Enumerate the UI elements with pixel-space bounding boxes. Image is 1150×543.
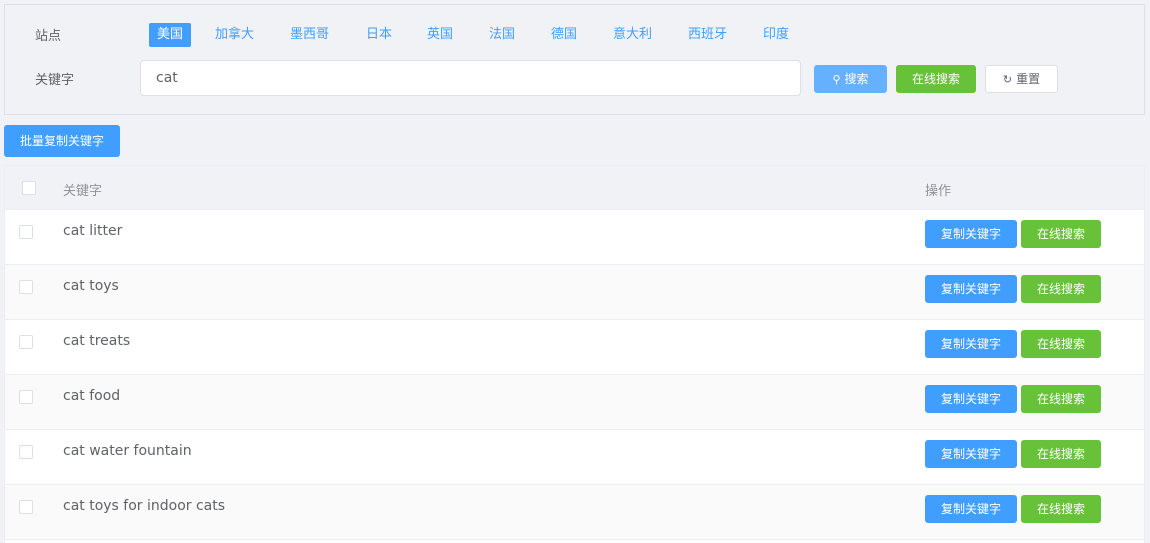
row-online-search-button[interactable]: 在线搜索 — [1021, 275, 1101, 303]
site-item-es[interactable]: 西班牙 — [688, 23, 727, 47]
row-keyword: cat litter — [63, 223, 123, 239]
search-icon: ⚲ — [832, 73, 841, 86]
row-keyword: cat toys for indoor cats — [63, 498, 226, 514]
row-checkbox[interactable] — [19, 335, 33, 349]
copy-keyword-button[interactable]: 复制关键字 — [925, 330, 1017, 358]
table-row: cat water fountain 复制关键字 在线搜索 — [5, 430, 1144, 485]
row-online-search-button[interactable]: 在线搜索 — [1021, 440, 1101, 468]
row-keyword: cat toys — [63, 278, 119, 294]
site-item-de[interactable]: 德国 — [551, 23, 577, 47]
table-row: cat litter 复制关键字 在线搜索 — [5, 210, 1144, 265]
header-action: 操作 — [925, 184, 952, 199]
search-button[interactable]: ⚲ 搜索 — [814, 65, 887, 93]
row-online-search-button[interactable]: 在线搜索 — [1021, 220, 1101, 248]
site-item-fr[interactable]: 法国 — [489, 23, 515, 47]
site-item-in[interactable]: 印度 — [763, 23, 789, 47]
site-item-uk[interactable]: 英国 — [427, 23, 453, 47]
online-search-button[interactable]: 在线搜索 — [896, 65, 976, 93]
online-search-button-label: 在线搜索 — [911, 72, 960, 86]
row-checkbox[interactable] — [19, 500, 33, 514]
keyword-input[interactable] — [140, 60, 801, 96]
search-button-label: 搜索 — [844, 72, 869, 86]
site-item-ca[interactable]: 加拿大 — [215, 23, 254, 47]
table-row: cat treats 复制关键字 在线搜索 — [5, 320, 1144, 375]
reset-button-label: 重置 — [1016, 72, 1041, 86]
copy-keyword-button[interactable]: 复制关键字 — [925, 275, 1017, 303]
copy-keyword-button[interactable]: 复制关键字 — [925, 495, 1017, 523]
row-online-search-button[interactable]: 在线搜索 — [1021, 495, 1101, 523]
copy-keyword-button[interactable]: 复制关键字 — [925, 385, 1017, 413]
row-online-search-button[interactable]: 在线搜索 — [1021, 385, 1101, 413]
row-keyword: cat food — [63, 388, 121, 404]
site-item-it[interactable]: 意大利 — [613, 23, 652, 47]
refresh-icon: ↻ — [1002, 73, 1013, 86]
select-all-checkbox[interactable] — [22, 181, 36, 195]
table-header: 关键字 操作 — [5, 166, 1144, 210]
table-row: cat toys 复制关键字 在线搜索 — [5, 265, 1144, 320]
row-checkbox[interactable] — [19, 225, 33, 239]
row-keyword: cat treats — [63, 333, 131, 349]
filter-panel: 站点 美国 加拿大 墨西哥 日本 英国 法国 德国 意大利 西班牙 印度 关键字… — [4, 4, 1145, 115]
site-label: 站点 — [35, 29, 62, 44]
site-item-mx[interactable]: 墨西哥 — [290, 23, 329, 47]
keyword-table: 关键字 操作 cat litter 复制关键字 在线搜索 cat toys 复制… — [4, 165, 1145, 543]
row-keyword: cat water fountain — [63, 443, 192, 459]
row-checkbox[interactable] — [19, 280, 33, 294]
row-checkbox[interactable] — [19, 445, 33, 459]
site-item-us[interactable]: 美国 — [149, 23, 192, 47]
batch-copy-button[interactable]: 批量复制关键字 — [4, 125, 120, 157]
table-row: cat food 复制关键字 在线搜索 — [5, 375, 1144, 430]
row-checkbox[interactable] — [19, 390, 33, 404]
row-online-search-button[interactable]: 在线搜索 — [1021, 330, 1101, 358]
reset-button[interactable]: ↻ 重置 — [985, 65, 1058, 93]
header-keyword: 关键字 — [63, 184, 103, 199]
copy-keyword-button[interactable]: 复制关键字 — [925, 440, 1017, 468]
table-row: cat toys for indoor cats 复制关键字 在线搜索 — [5, 485, 1144, 540]
site-item-jp[interactable]: 日本 — [366, 23, 392, 47]
copy-keyword-button[interactable]: 复制关键字 — [925, 220, 1017, 248]
keyword-label: 关键字 — [35, 73, 75, 88]
